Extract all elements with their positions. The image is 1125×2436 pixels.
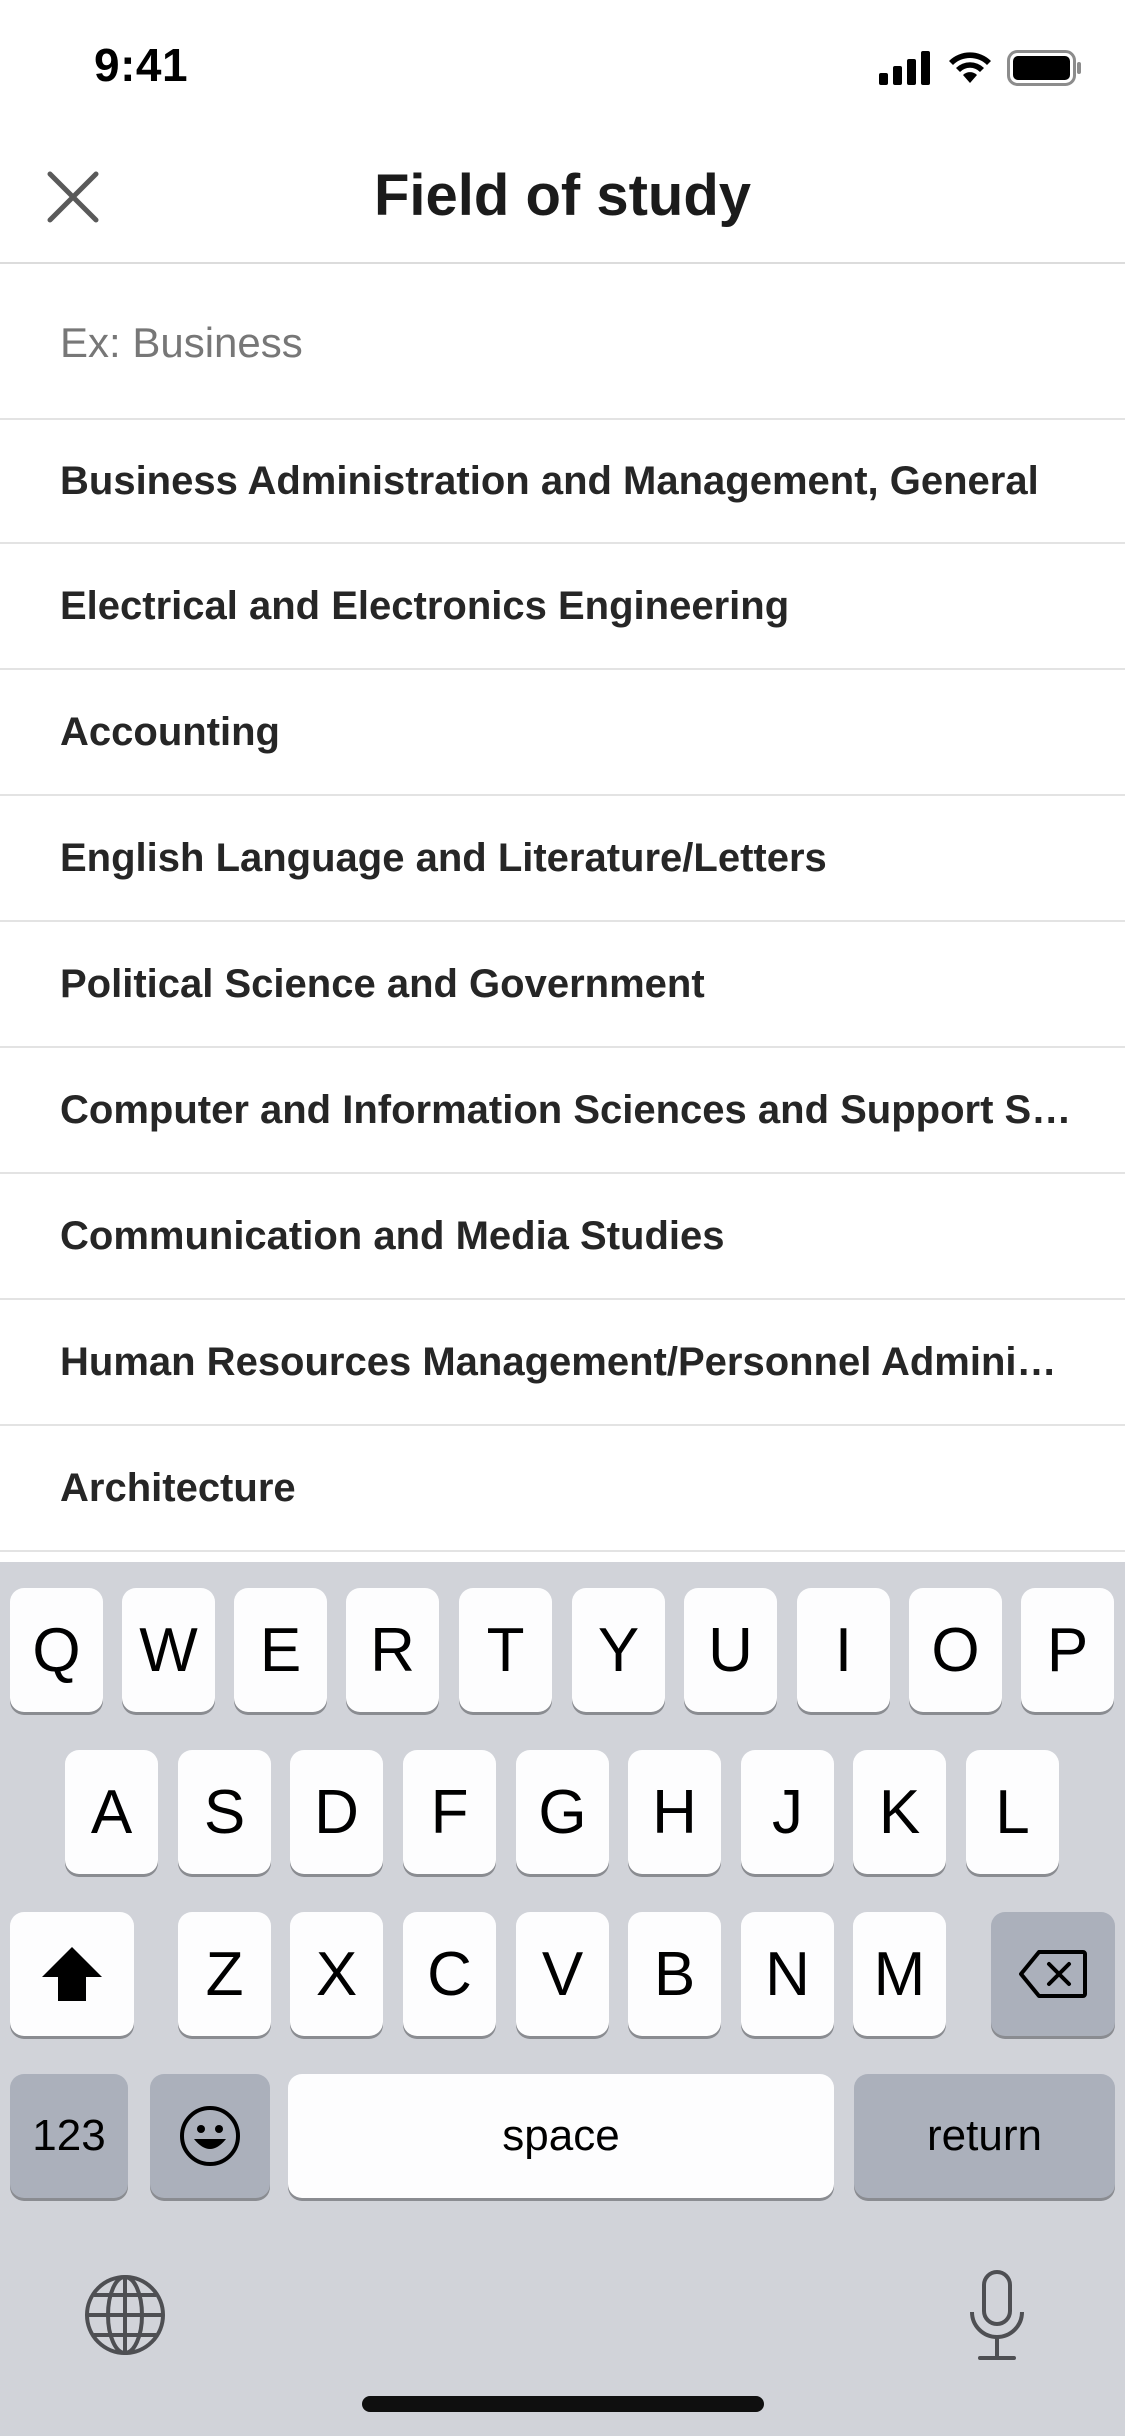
return-key[interactable]: return <box>854 2074 1115 2198</box>
results-list: Business Administration and Management, … <box>0 420 1125 1552</box>
key-v[interactable]: V <box>516 1912 609 2036</box>
space-key[interactable]: space <box>288 2074 834 2198</box>
list-item-label: Architecture <box>60 1465 296 1510</box>
search-input[interactable] <box>60 308 1060 378</box>
microphone-icon <box>970 2270 1024 2360</box>
key-i[interactable]: I <box>797 1588 890 1712</box>
list-item[interactable]: Architecture <box>0 1426 1125 1552</box>
list-item[interactable]: Political Science and Government <box>0 922 1125 1048</box>
key-m[interactable]: M <box>853 1912 946 2036</box>
list-item[interactable]: Electrical and Electronics Engineering <box>0 544 1125 670</box>
page-title: Field of study <box>374 163 751 228</box>
key-r[interactable]: R <box>346 1588 439 1712</box>
key-a[interactable]: A <box>65 1750 158 1874</box>
key-o[interactable]: O <box>909 1588 1002 1712</box>
list-item-label: Communication and Media Studies <box>60 1213 725 1258</box>
key-e[interactable]: E <box>234 1588 327 1712</box>
battery-icon <box>1007 50 1081 86</box>
shift-key[interactable] <box>10 1912 134 2036</box>
key-u[interactable]: U <box>684 1588 777 1712</box>
list-item[interactable]: Accounting <box>0 670 1125 796</box>
home-indicator <box>362 2396 764 2412</box>
key-j[interactable]: J <box>741 1750 834 1874</box>
emoji-icon <box>180 2106 240 2166</box>
list-item[interactable]: Computer and Information Sciences and Su… <box>0 1048 1125 1174</box>
key-c[interactable]: C <box>403 1912 496 2036</box>
key-l[interactable]: L <box>966 1750 1059 1874</box>
key-x[interactable]: X <box>290 1912 383 2036</box>
key-z[interactable]: Z <box>178 1912 271 2036</box>
header: Field of study <box>0 132 1125 264</box>
list-item-label: Human Resources Management/Personnel Adm… <box>60 1339 1073 1384</box>
list-item[interactable]: Business Administration and Management, … <box>0 420 1125 544</box>
key-s[interactable]: S <box>178 1750 271 1874</box>
emoji-key[interactable] <box>150 2074 270 2198</box>
globe-icon <box>85 2275 165 2355</box>
status-time: 9:41 <box>94 39 189 91</box>
list-item-label: Accounting <box>60 709 280 754</box>
key-t[interactable]: T <box>459 1588 552 1712</box>
list-item-label: Business Administration and Management, … <box>60 458 1039 503</box>
shift-icon <box>42 1947 102 2001</box>
key-k[interactable]: K <box>853 1750 946 1874</box>
list-item-label: Political Science and Government <box>60 961 705 1006</box>
key-g[interactable]: G <box>516 1750 609 1874</box>
list-item[interactable]: English Language and Literature/Letters <box>0 796 1125 922</box>
microphone-button[interactable] <box>966 2268 1028 2364</box>
numbers-key[interactable]: 123 <box>10 2074 128 2198</box>
key-p[interactable]: P <box>1021 1588 1114 1712</box>
keyboard: Q W E R T Y U I O P A S D F G H J K L Z … <box>0 1562 1125 2436</box>
list-item-label: Electrical and Electronics Engineering <box>60 583 790 628</box>
key-h[interactable]: H <box>628 1750 721 1874</box>
list-item[interactable]: Communication and Media Studies <box>0 1174 1125 1300</box>
delete-key[interactable] <box>991 1912 1115 2036</box>
key-q[interactable]: Q <box>10 1588 103 1712</box>
key-n[interactable]: N <box>741 1912 834 2036</box>
key-y[interactable]: Y <box>572 1588 665 1712</box>
search-row <box>0 264 1125 420</box>
key-b[interactable]: B <box>628 1912 721 2036</box>
key-f[interactable]: F <box>403 1750 496 1874</box>
key-w[interactable]: W <box>122 1588 215 1712</box>
signal-icon <box>879 51 930 85</box>
key-d[interactable]: D <box>290 1750 383 1874</box>
list-item[interactable]: Human Resources Management/Personnel Adm… <box>0 1300 1125 1426</box>
status-icons <box>879 50 1083 86</box>
delete-icon <box>1019 1950 1087 1998</box>
wifi-icon <box>949 52 991 83</box>
list-item-label: English Language and Literature/Letters <box>60 835 827 880</box>
list-item-label: Computer and Information Sciences and Su… <box>60 1087 1073 1132</box>
status-bar: 9:41 <box>0 0 1125 132</box>
globe-button[interactable] <box>82 2272 168 2358</box>
